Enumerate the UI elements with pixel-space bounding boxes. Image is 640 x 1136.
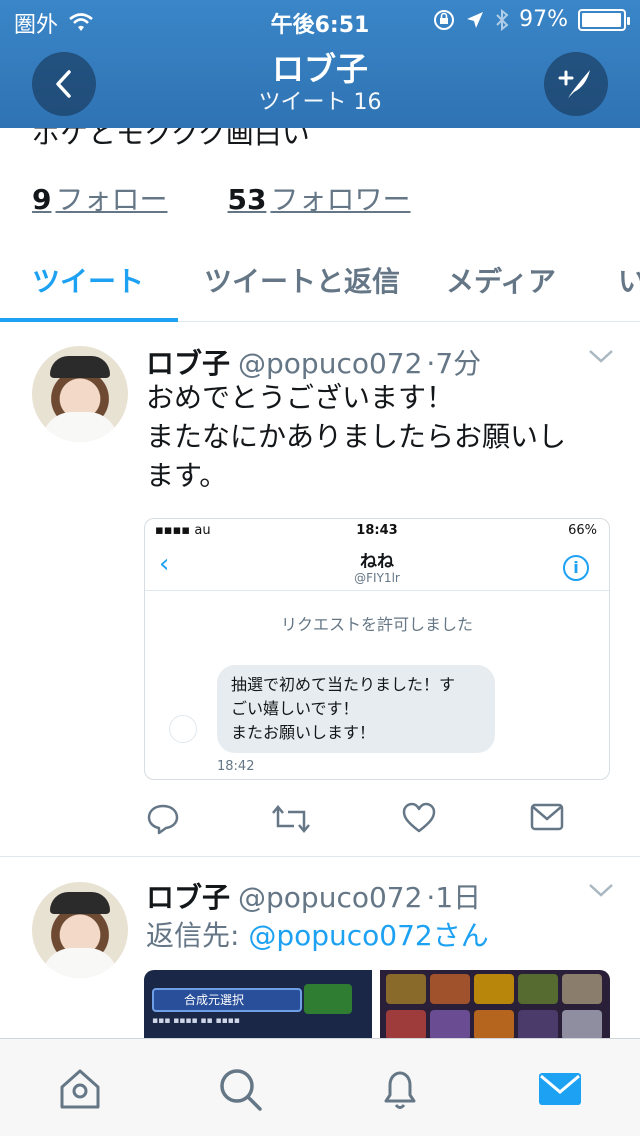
home-icon[interactable] xyxy=(56,1065,104,1113)
media-cell xyxy=(386,1010,426,1040)
tweet-handle: @popuco072 xyxy=(238,347,423,380)
following-label: フォロー xyxy=(55,183,168,216)
chevron-down-icon[interactable] xyxy=(588,882,614,898)
tab-tweets[interactable]: ツイート xyxy=(32,260,144,300)
tweet-handle: @popuco072 xyxy=(238,881,423,914)
media-cell xyxy=(430,1010,470,1040)
retweet-icon[interactable] xyxy=(272,802,310,836)
media-cell xyxy=(386,974,426,1004)
media-image-left[interactable]: 合成元選択 ▪▪▪ ▪▪▪▪ ▪▪ ▪▪▪▪ xyxy=(144,970,372,1040)
tweet-header: ロブ子 @popuco072·1日 xyxy=(146,876,481,916)
avatar[interactable] xyxy=(32,882,128,978)
location-icon xyxy=(467,11,484,28)
chevron-down-icon[interactable] xyxy=(588,348,614,364)
tweet-media-grid[interactable]: 合成元選択 ▪▪▪ ▪▪▪▪ ▪▪ ▪▪▪▪ xyxy=(144,970,610,1040)
following-count: 9 xyxy=(32,183,52,216)
follow-stats: 9 フォロー 53 フォロワー xyxy=(32,178,410,218)
media-chat-header: ‹ ねね @FIY1lr i xyxy=(145,543,609,591)
followers-link[interactable]: 53 フォロワー xyxy=(228,178,411,218)
reply-icon[interactable] xyxy=(146,802,180,836)
battery-icon xyxy=(578,8,630,31)
media-cell xyxy=(474,974,514,1004)
media-green-block xyxy=(304,984,352,1014)
media-cell xyxy=(518,974,558,1004)
tweet-author-name[interactable]: ロブ子 xyxy=(146,881,230,914)
media-cell xyxy=(562,1010,602,1040)
media-battery: 66% xyxy=(568,523,597,538)
media-time: 18:43 xyxy=(356,523,398,538)
media-chat-handle: @FIY1lr xyxy=(354,571,400,585)
tweet-text-line: またなにかありましたらお願いし xyxy=(146,420,567,453)
bubble-line: 抽選で初めて当たりました！す xyxy=(231,675,456,694)
followers-label: フォロワー xyxy=(270,183,411,216)
tweet-text: おめでとうございます！ またなにかありましたらお願いし ます。 xyxy=(146,378,608,495)
media-left-label: 合成元選択 xyxy=(152,988,302,1012)
reply-prefix: 返信先: xyxy=(146,919,249,952)
compose-tweet-button[interactable] xyxy=(544,52,608,116)
tweet-actions xyxy=(146,802,586,842)
tweet-time: ·1日 xyxy=(426,881,482,914)
reply-to-link[interactable]: @popuco072さん xyxy=(248,919,488,952)
media-small-text: ▪▪▪ ▪▪▪▪ ▪▪ ▪▪▪▪ xyxy=(152,1016,240,1026)
media-status-bar: ▪▪▪▪ au 18:43 66% xyxy=(145,519,609,543)
media-image-right[interactable] xyxy=(380,970,610,1040)
tweet-media-image[interactable]: ▪▪▪▪ au 18:43 66% ‹ ねね @FIY1lr i リクエストを許… xyxy=(144,518,610,780)
bubble-line: ごい嬉しいです！ xyxy=(231,699,359,718)
status-bar: 圏外 午後6:51 97% xyxy=(0,0,640,40)
media-cell xyxy=(430,974,470,1004)
status-right: 97% xyxy=(433,7,630,32)
tab-tweets-and-replies[interactable]: ツイートと返信 xyxy=(204,260,400,300)
tab-likes[interactable]: い xyxy=(618,260,640,300)
messages-icon[interactable] xyxy=(536,1065,584,1113)
media-message-bubble: 抽選で初めて当たりました！す ごい嬉しいです！ またお願いします！ xyxy=(217,665,495,753)
media-avatar-placeholder xyxy=(169,715,197,743)
tweet-author-name[interactable]: ロブ子 xyxy=(146,347,230,380)
tweet-header: ロブ子 @popuco072·7分 xyxy=(146,342,481,382)
followers-count: 53 xyxy=(227,183,267,216)
media-request-text: リクエストを許可しました xyxy=(280,615,473,634)
media-cell xyxy=(474,1010,514,1040)
media-message-time: 18:42 xyxy=(217,759,255,774)
media-cell xyxy=(562,974,602,1004)
profile-tabs: ツイート ツイートと返信 メディア い xyxy=(0,240,640,322)
active-tab-indicator xyxy=(0,318,178,322)
compose-tweet-icon xyxy=(558,70,590,98)
avatar[interactable] xyxy=(32,346,128,442)
following-link[interactable]: 9 フォロー xyxy=(32,178,168,218)
tweet-text-line: ます。 xyxy=(146,459,228,492)
bluetooth-icon xyxy=(496,8,509,31)
like-icon[interactable] xyxy=(402,802,436,834)
tweet-divider xyxy=(0,856,640,857)
tweet-text-line: おめでとうございます！ xyxy=(146,381,455,414)
direct-message-icon[interactable] xyxy=(530,802,564,832)
notifications-icon[interactable] xyxy=(376,1065,424,1113)
tweet-time: ·7分 xyxy=(426,347,482,380)
bubble-line: またお願いします！ xyxy=(231,723,376,742)
tab-media[interactable]: メディア xyxy=(446,260,556,300)
bottom-tab-bar xyxy=(0,1038,640,1136)
media-chat-name: ねね xyxy=(360,552,394,572)
info-icon: i xyxy=(563,555,589,581)
battery-percent: 97% xyxy=(519,7,568,32)
orientation-lock-icon xyxy=(434,9,455,30)
navigation-header: 圏外 午後6:51 97% ロブ子 ツイート 16 xyxy=(0,0,640,128)
media-cell xyxy=(518,1010,558,1040)
tweet[interactable]: ロブ子 @popuco072·7分 おめでとうございます！ またなにかありましたら… xyxy=(0,342,640,856)
reply-context: 返信先: @popuco072さん xyxy=(146,916,608,955)
search-icon[interactable] xyxy=(216,1065,264,1113)
